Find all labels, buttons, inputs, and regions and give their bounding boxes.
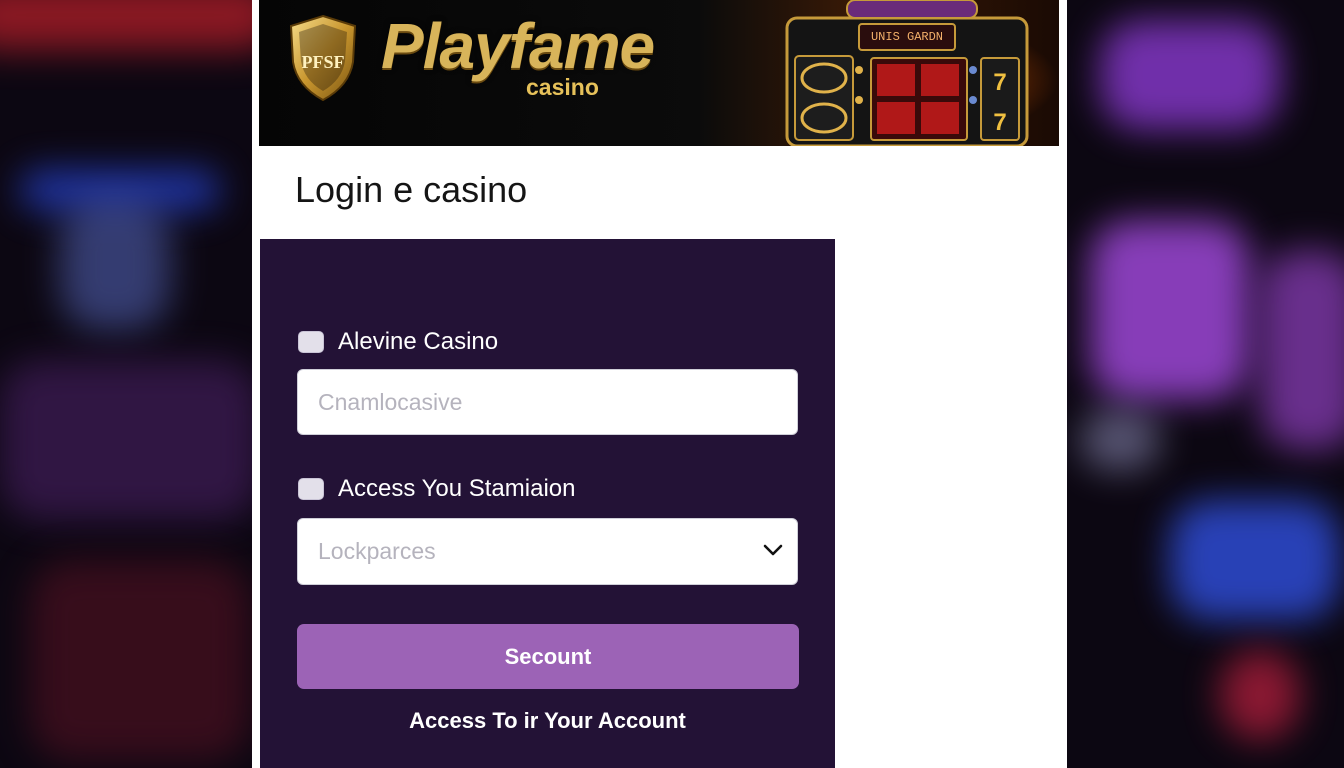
brand-name: Playfame [381,10,655,82]
slot-machine-image: 7 7 [785,0,1029,146]
access-account-link[interactable]: Access To ir Your Account [260,708,835,734]
chevron-down-icon[interactable] [762,539,784,561]
shield-logo-icon: PFSF [289,14,357,102]
login-card: Alevine Casino Access You Stamiaion Seco… [260,239,835,768]
brand-subtitle: casino [526,74,599,100]
brand-banner: PFSF Playfame casino 7 7 UNIS GARDN [259,0,1059,146]
station-row: Access You Stamiaion [298,475,575,503]
station-dropdown[interactable] [297,518,798,585]
casino-label: Alevine Casino [338,328,499,355]
station-select-field[interactable] [297,518,798,585]
slot-machine-screen-text: UNIS GARDN [870,30,943,44]
svg-text:PFSF: PFSF [302,52,345,72]
login-page-panel: PFSF Playfame casino 7 7 UNIS GARDN Logi… [252,0,1067,768]
station-label: Access You Stamiaion [338,475,576,502]
casino-row: Alevine Casino [298,328,498,356]
submit-button[interactable]: Secount [297,624,799,689]
svg-text:7: 7 [993,69,1006,96]
casino-input[interactable] [297,369,798,435]
casino-checkbox[interactable] [298,331,324,353]
svg-text:7: 7 [993,109,1006,136]
station-checkbox[interactable] [298,478,324,500]
page-title: Login e casino [295,169,528,210]
